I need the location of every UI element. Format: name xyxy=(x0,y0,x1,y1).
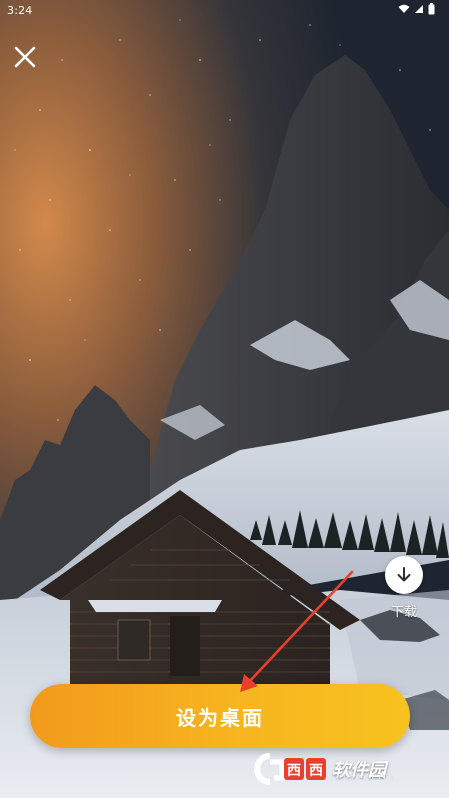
download-label[interactable]: 下载 xyxy=(376,601,432,620)
set-wallpaper-button[interactable]: 设为桌面 xyxy=(30,684,410,748)
wallpaper-image xyxy=(0,0,449,798)
wallpaper-preview-screen: 3:24 下载 设为桌面 西 西 软件园 CR173.COM xyxy=(0,0,449,798)
status-bar: 3:24 xyxy=(0,0,449,20)
close-button[interactable] xyxy=(8,40,42,74)
svg-text:西: 西 xyxy=(287,763,301,779)
signal-icon xyxy=(415,5,423,13)
battery-icon xyxy=(428,3,435,15)
status-time: 3:24 xyxy=(7,4,33,17)
close-icon xyxy=(14,46,36,68)
site-watermark: 西 西 软件园 CR173.COM xyxy=(250,748,430,790)
watermark-logo-icon: 西 西 xyxy=(254,753,326,785)
download-arrow-icon xyxy=(397,567,411,582)
download-button[interactable] xyxy=(385,556,423,594)
wifi-icon xyxy=(398,4,410,13)
watermark-domain: CR173.COM xyxy=(336,774,395,784)
status-icons xyxy=(398,3,435,15)
svg-text:西: 西 xyxy=(309,763,323,779)
